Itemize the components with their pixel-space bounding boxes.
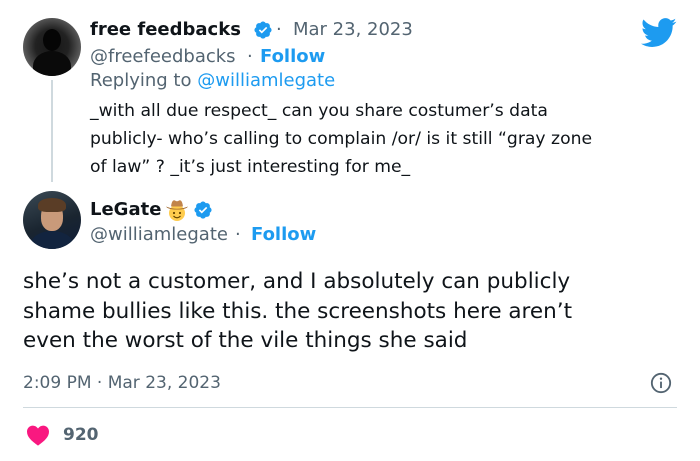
reply-follow-button[interactable]: Follow (260, 44, 325, 70)
main-author-avatar[interactable] (23, 191, 81, 249)
replying-to-line: Replying to @williamlegate (90, 68, 335, 94)
reply-text-line: publicly- who’s calling to complain /or/… (90, 129, 593, 149)
main-text-line: even the worst of the vile things she sa… (23, 328, 468, 353)
main-follow-button[interactable]: Follow (251, 222, 316, 248)
reply-text-line: _with all due respect_ can you share cos… (90, 101, 548, 121)
verified-badge-icon (194, 201, 212, 219)
reply-author-avatar[interactable] (23, 18, 81, 76)
thread-connector-line (51, 80, 53, 182)
reply-date[interactable]: Mar 23, 2023 (293, 17, 413, 43)
tweet-timestamp[interactable]: 2:09 PM · Mar 23, 2023 (23, 370, 221, 396)
heart-icon[interactable] (26, 424, 50, 446)
replying-to-prefix: Replying to (90, 70, 192, 91)
cowboy-hat-emoji-icon (166, 200, 188, 221)
reply-text-line: of law” ? _it’s just interesting for me_ (90, 157, 411, 177)
reply-date-separator: · (276, 19, 282, 40)
main-author-name[interactable]: LeGate (90, 197, 161, 223)
reply-author-name[interactable]: free feedbacks (90, 17, 241, 43)
main-text-line: shame bullies like this. the screenshots… (23, 298, 573, 324)
main-follow-separator: · (235, 224, 241, 245)
twitter-bird-icon[interactable] (641, 18, 677, 48)
reply-tweet-text: _with all due respect_ can you share cos… (90, 97, 650, 181)
verified-badge-icon (254, 21, 272, 39)
main-text-line: she’s not a customer, and I absolutely c… (23, 269, 571, 294)
reply-author-handle[interactable]: @freefeedbacks (90, 44, 236, 70)
main-tweet-text: she’s not a customer, and I absolutely c… (23, 267, 683, 356)
info-icon[interactable] (650, 372, 672, 394)
main-author-handle[interactable]: @williamlegate (90, 222, 228, 248)
like-count[interactable]: 920 (63, 422, 99, 448)
reply-follow-separator: · (247, 46, 253, 67)
actions-divider (23, 407, 677, 408)
replying-to-mention[interactable]: @williamlegate (197, 70, 335, 91)
